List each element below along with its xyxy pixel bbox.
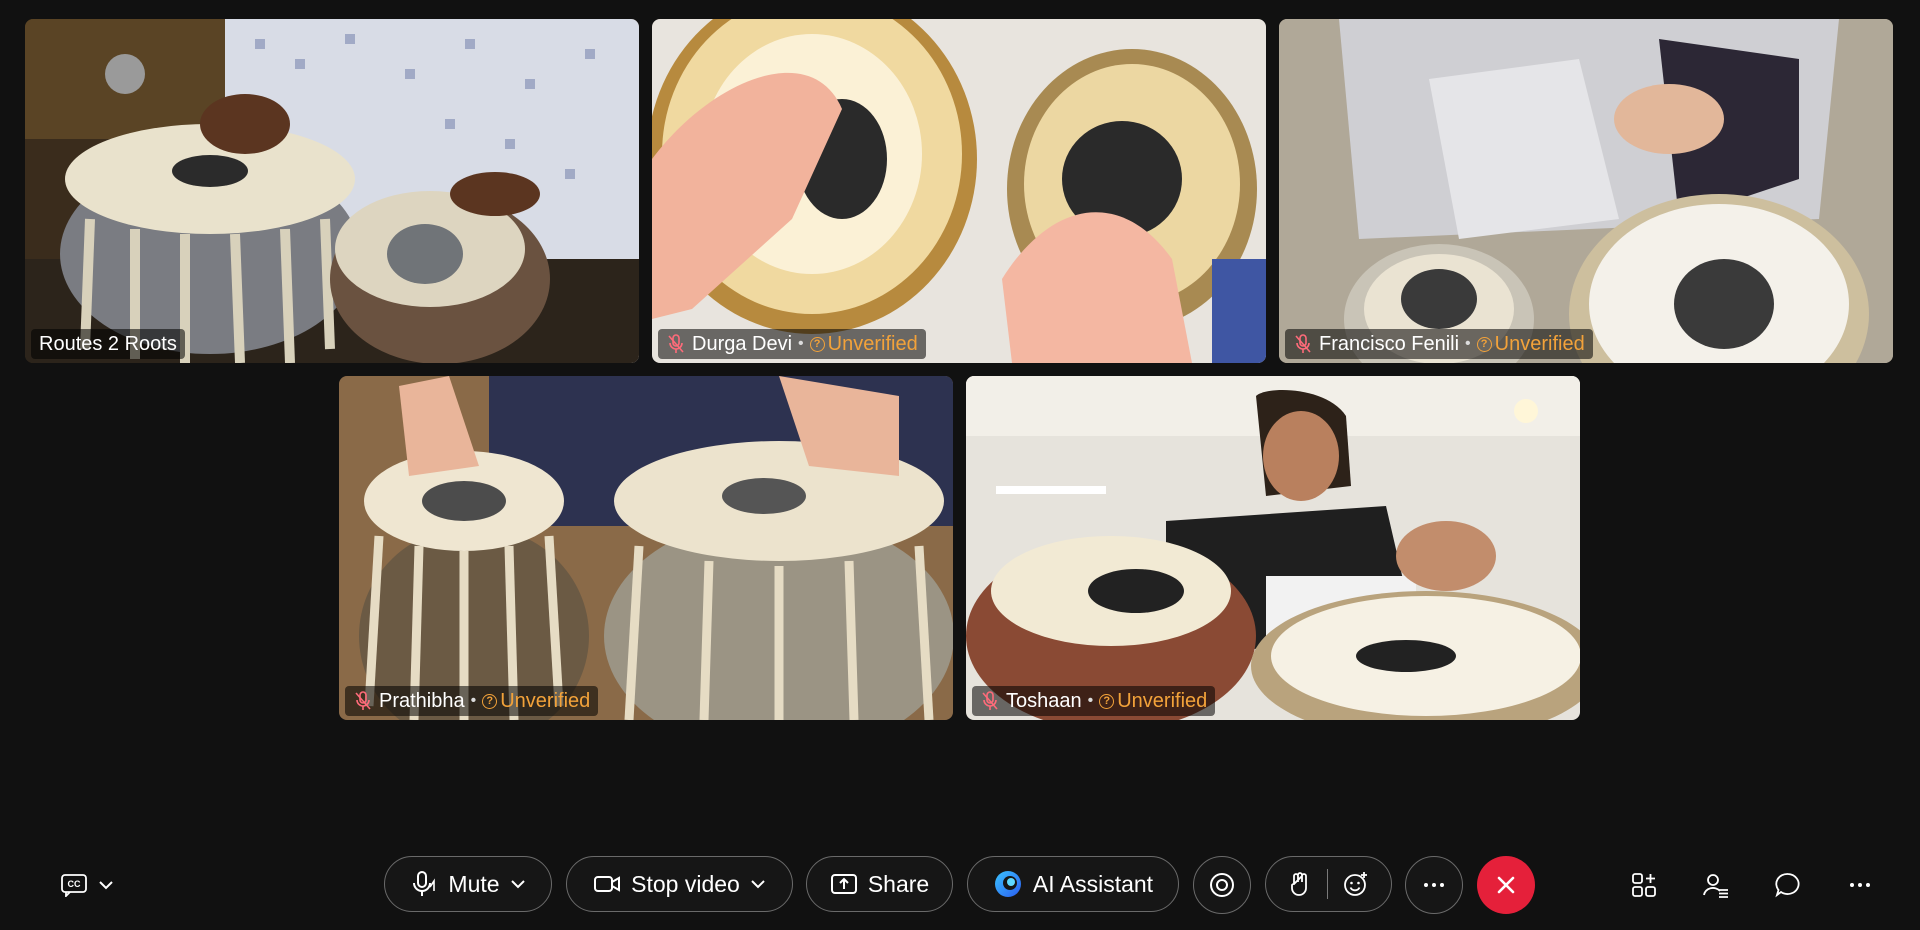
unverified-question-icon: ? [482,693,498,709]
close-icon [1497,876,1515,894]
participant-nameplate: Durga Devi • ? Unverified [658,329,926,359]
unverified-badge: ? Unverified [809,332,918,356]
closed-captions-icon: CC [61,874,87,897]
chevron-down-icon[interactable] [98,880,114,890]
reactions-icon[interactable] [1342,870,1370,898]
microphone-muted-icon [668,334,684,353]
chat-button[interactable] [1766,863,1810,907]
record-button[interactable] [1193,856,1251,914]
participant-name: Francisco Fenili [1319,332,1460,355]
video-feed [966,376,1580,720]
participant-nameplate: Toshaan • ? Unverified [972,686,1216,716]
share-label: Share [867,870,930,897]
video-tile-routes-2-roots[interactable]: Routes 2 Roots [25,19,639,363]
more-menu-button[interactable] [1838,863,1882,907]
video-feed [652,19,1266,363]
unverified-question-icon: ? [809,336,825,352]
participants-icon [1703,874,1728,898]
unverified-badge: ? Unverified [1476,332,1585,356]
video-tile-francisco-fenili[interactable]: Francisco Fenili • ? Unverified [1279,19,1893,363]
stop-video-label: Stop video [631,870,740,897]
separator-dot: • [1087,692,1094,709]
chat-icon [1775,873,1800,898]
video-camera-icon [594,876,621,892]
video-feed [25,19,639,363]
meeting-controls-bar: CC Mute Stop video Share AI Assistant [0,853,1920,917]
microphone-muted-icon [982,691,998,710]
share-button[interactable]: Share [806,856,953,912]
participant-name: Prathibha [379,689,465,712]
more-options-button[interactable] [1405,856,1463,914]
unverified-label: Unverified [1117,689,1208,712]
separator-dot: • [798,335,804,352]
hand-reactions-group [1265,856,1392,912]
raise-hand-icon[interactable] [1287,870,1313,898]
participant-nameplate: Prathibha • ? Unverified [345,686,599,716]
unverified-question-icon: ? [1099,693,1115,709]
meeting-stage: Routes 2 Roots Durga Devi • ? Unverified… [0,0,1920,930]
chevron-down-icon[interactable] [510,879,526,889]
chevron-down-icon[interactable] [750,879,766,889]
microphone-muted-icon [355,691,371,710]
unverified-badge: ? Unverified [482,690,590,713]
captions-button[interactable]: CC [52,863,122,907]
participant-nameplate: Francisco Fenili • ? Unverified [1285,329,1593,359]
video-tile-durga-devi[interactable]: Durga Devi • ? Unverified [652,19,1266,363]
stop-video-button[interactable]: Stop video [566,856,793,912]
ai-assistant-button[interactable]: AI Assistant [967,856,1179,912]
svg-text:CC: CC [68,879,81,889]
ai-assistant-label: AI Assistant [1032,870,1154,897]
share-screen-icon [830,874,857,894]
separator-dot: • [470,692,477,709]
apps-button[interactable] [1622,863,1666,907]
record-icon [1210,873,1234,897]
participant-name: Toshaan [1006,689,1082,712]
separator-dot: • [1465,335,1471,352]
ai-assistant-icon [994,871,1021,897]
unverified-badge: ? Unverified [1099,690,1207,713]
participant-name: Routes 2 Roots [39,332,177,355]
unverified-label: Unverified [1494,332,1585,355]
divider [1326,869,1329,899]
mute-label: Mute [448,870,500,897]
microphone-muted-icon [1295,334,1311,353]
unverified-question-icon: ? [1476,336,1492,352]
video-tile-toshaan[interactable]: Toshaan • ? Unverified [966,376,1580,720]
participant-name: Durga Devi [692,332,793,355]
video-feed [339,376,953,720]
more-horizontal-icon [1424,883,1444,887]
video-feed [1279,19,1893,363]
end-call-button[interactable] [1477,856,1535,914]
microphone-icon [413,871,436,896]
more-horizontal-icon [1850,883,1870,887]
participant-nameplate: Routes 2 Roots [31,329,185,359]
video-tile-prathibha[interactable]: Prathibha • ? Unverified [339,376,953,720]
unverified-label: Unverified [827,332,918,355]
participants-button[interactable] [1694,863,1738,907]
apps-add-icon [1632,873,1656,897]
unverified-label: Unverified [500,689,591,712]
mute-button[interactable]: Mute [384,856,552,912]
